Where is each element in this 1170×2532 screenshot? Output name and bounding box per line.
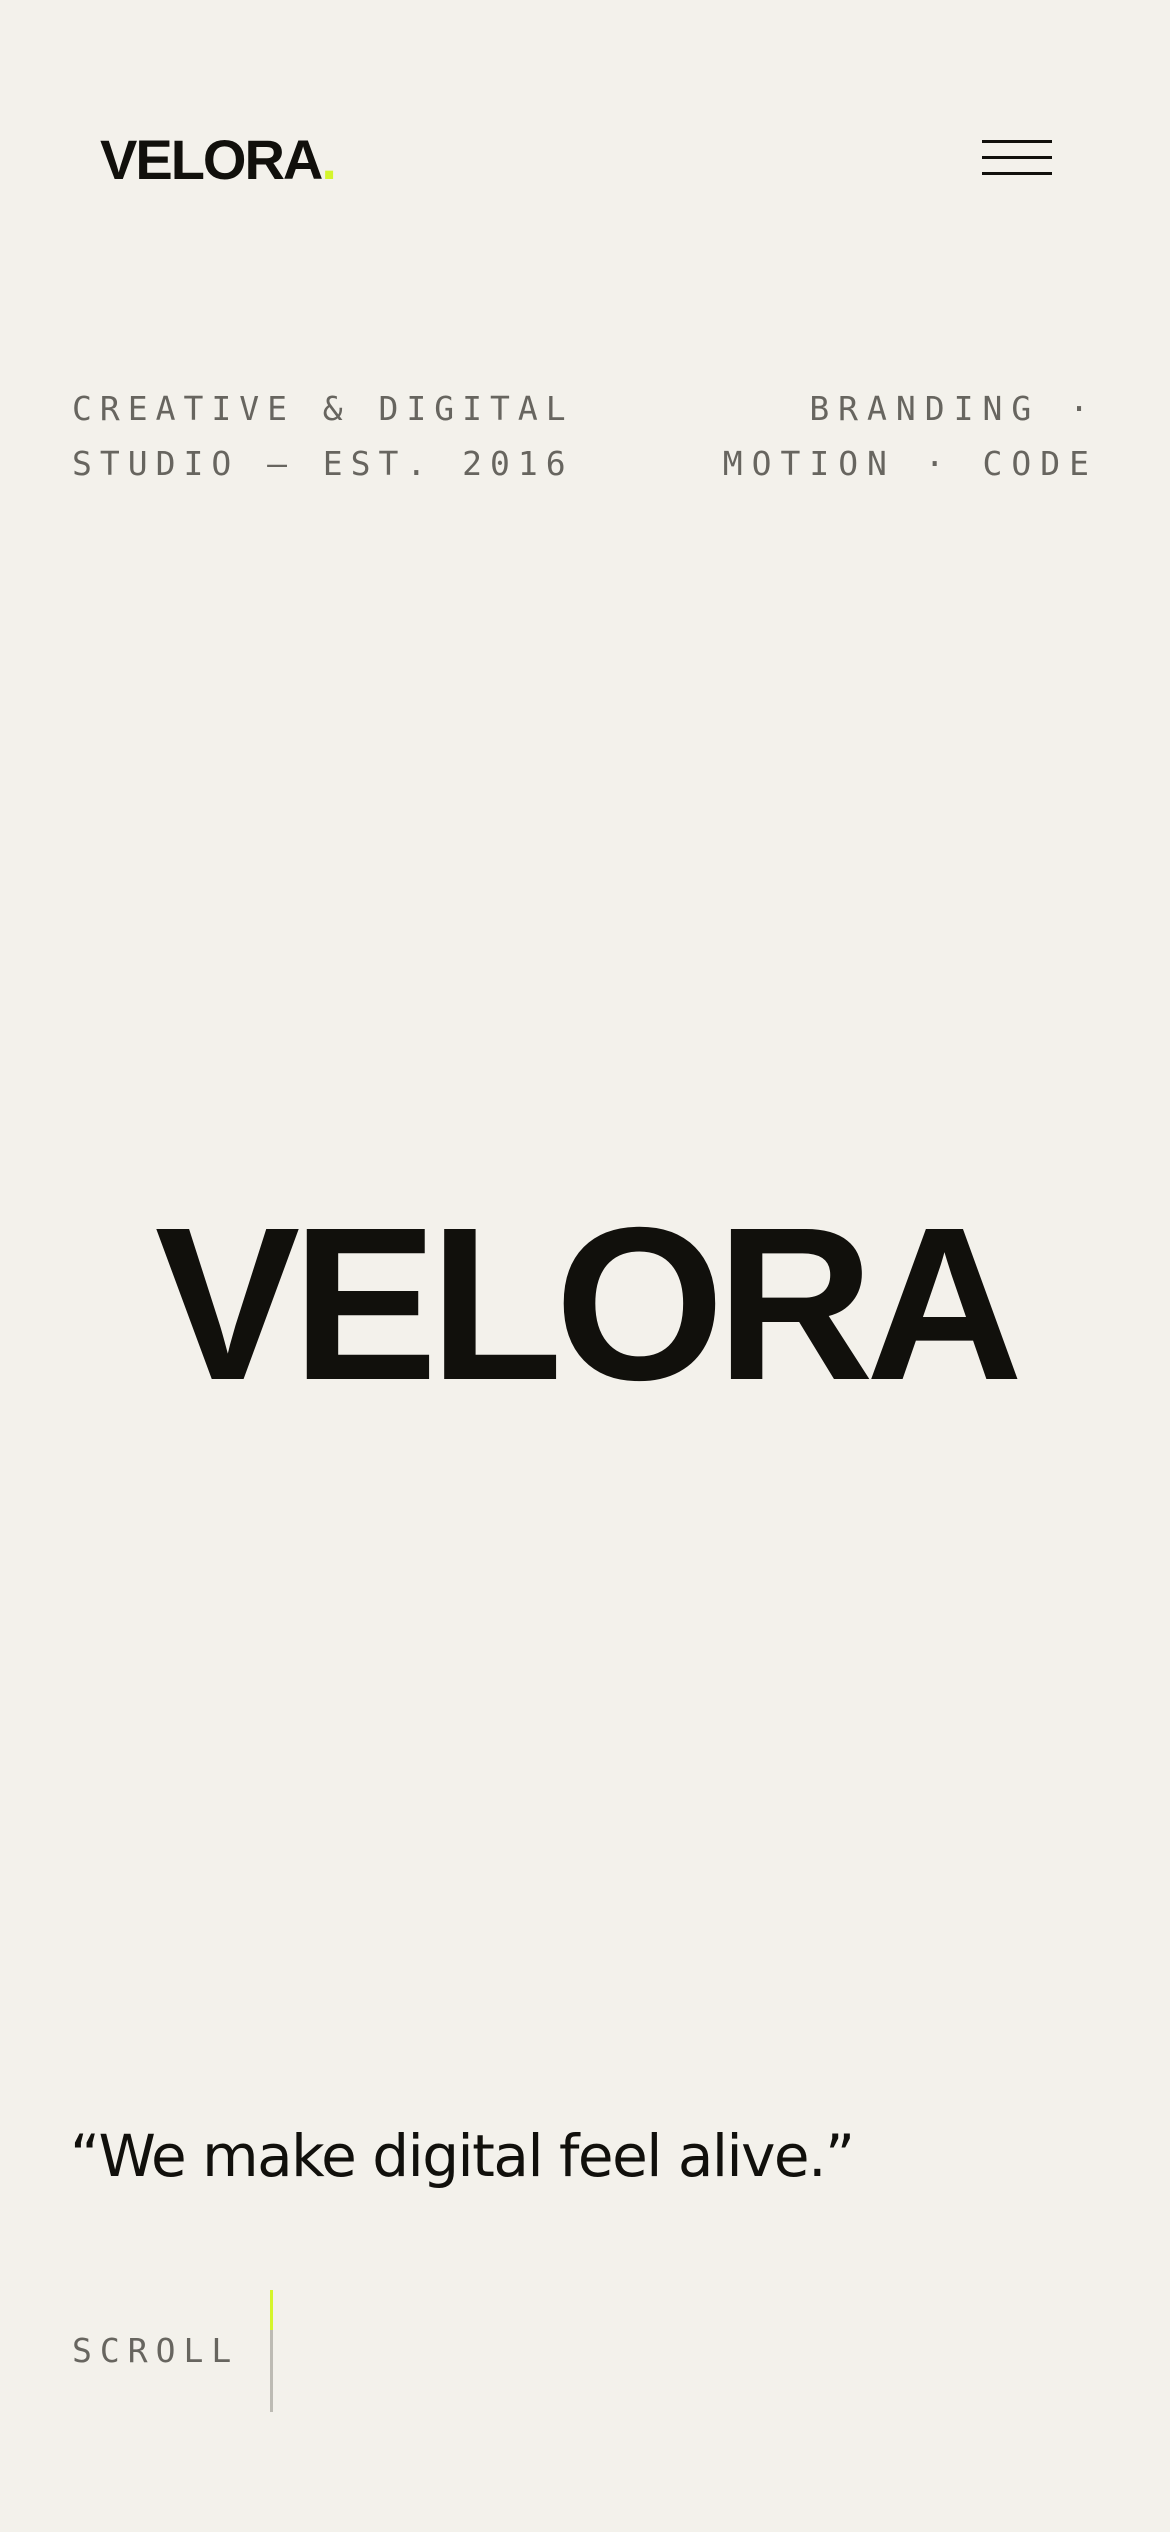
studio-tagline-line-1: CREATIVE & DIGITAL [72,389,574,428]
hero-quote: “We make digital feel alive.” [70,2122,855,2190]
menu-line-bottom [982,172,1052,175]
logo-accent-dot: . [321,128,337,191]
scroll-indicator-accent [270,2290,273,2330]
services-tagline: BRANDING · MOTION · CODE [723,381,1098,491]
studio-tagline: CREATIVE & DIGITAL STUDIO — EST. 2016 [72,381,574,491]
logo-text: VELORA [100,128,323,191]
logo[interactable]: VELORA. [100,122,337,198]
scroll-label[interactable]: SCROLL [72,2326,239,2376]
menu-button[interactable] [978,130,1054,186]
menu-line-middle [982,156,1052,159]
services-tagline-line-2: MOTION · CODE [722,444,1098,483]
services-tagline-line-1: BRANDING · [809,389,1098,428]
scroll-indicator [270,2290,273,2412]
studio-tagline-line-2: STUDIO — EST. 2016 [72,444,574,483]
hero-title: VELORA [154,1183,1023,1426]
menu-line-top [982,140,1052,143]
